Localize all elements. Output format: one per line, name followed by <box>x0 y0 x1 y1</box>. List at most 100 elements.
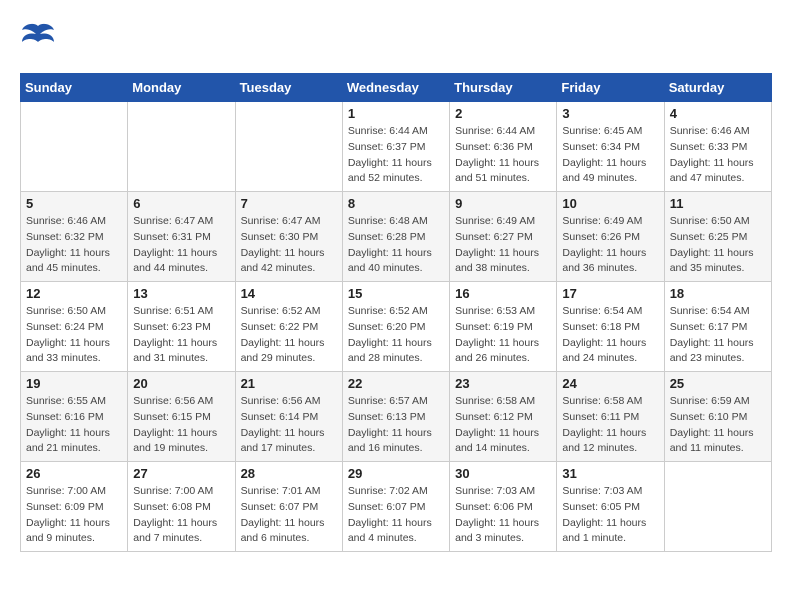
day-number: 11 <box>670 196 766 211</box>
calendar-cell: 2 Sunrise: 6:44 AMSunset: 6:36 PMDaylight… <box>450 102 557 192</box>
day-info: Sunrise: 7:01 AMSunset: 6:07 PMDaylight:… <box>241 484 337 547</box>
day-number: 31 <box>562 466 658 481</box>
day-info: Sunrise: 6:46 AMSunset: 6:33 PMDaylight:… <box>670 124 766 187</box>
day-number: 8 <box>348 196 444 211</box>
day-info: Sunrise: 6:47 AMSunset: 6:30 PMDaylight:… <box>241 214 337 277</box>
day-info: Sunrise: 7:00 AMSunset: 6:09 PMDaylight:… <box>26 484 122 547</box>
weekday-header-row: SundayMondayTuesdayWednesdayThursdayFrid… <box>21 74 772 102</box>
day-number: 3 <box>562 106 658 121</box>
day-number: 22 <box>348 376 444 391</box>
day-number: 20 <box>133 376 229 391</box>
day-info: Sunrise: 6:58 AMSunset: 6:12 PMDaylight:… <box>455 394 551 457</box>
calendar-table: SundayMondayTuesdayWednesdayThursdayFrid… <box>20 73 772 552</box>
day-number: 15 <box>348 286 444 301</box>
day-info: Sunrise: 6:55 AMSunset: 6:16 PMDaylight:… <box>26 394 122 457</box>
day-number: 18 <box>670 286 766 301</box>
calendar-cell: 31 Sunrise: 7:03 AMSunset: 6:05 PMDayligh… <box>557 462 664 552</box>
calendar-cell: 9Sunrise: 6:49 AMSunset: 6:27 PMDaylight… <box>450 192 557 282</box>
day-number: 2 <box>455 106 551 121</box>
calendar-cell: 8 Sunrise: 6:48 AMSunset: 6:28 PMDaylight… <box>342 192 449 282</box>
calendar-cell: 26 Sunrise: 7:00 AMSunset: 6:09 PMDayligh… <box>21 462 128 552</box>
calendar-cell: 21 Sunrise: 6:56 AMSunset: 6:14 PMDayligh… <box>235 372 342 462</box>
day-number: 14 <box>241 286 337 301</box>
day-number: 19 <box>26 376 122 391</box>
day-number: 29 <box>348 466 444 481</box>
day-number: 7 <box>241 196 337 211</box>
calendar-cell: 19 Sunrise: 6:55 AMSunset: 6:16 PMDayligh… <box>21 372 128 462</box>
day-number: 24 <box>562 376 658 391</box>
calendar-cell: 28 Sunrise: 7:01 AMSunset: 6:07 PMDayligh… <box>235 462 342 552</box>
day-number: 12 <box>26 286 122 301</box>
day-number: 5 <box>26 196 122 211</box>
day-info: Sunrise: 6:44 AMSunset: 6:36 PMDaylight:… <box>455 124 551 187</box>
day-number: 28 <box>241 466 337 481</box>
day-number: 16 <box>455 286 551 301</box>
day-number: 6 <box>133 196 229 211</box>
day-info: Sunrise: 7:03 AMSunset: 6:05 PMDaylight:… <box>562 484 658 547</box>
day-info: Sunrise: 7:02 AMSunset: 6:07 PMDaylight:… <box>348 484 444 547</box>
calendar-cell: 30 Sunrise: 7:03 AMSunset: 6:06 PMDayligh… <box>450 462 557 552</box>
weekday-header-thursday: Thursday <box>450 74 557 102</box>
calendar-cell <box>235 102 342 192</box>
weekday-header-monday: Monday <box>128 74 235 102</box>
calendar-cell: 15 Sunrise: 6:52 AMSunset: 6:20 PMDayligh… <box>342 282 449 372</box>
day-info: Sunrise: 6:57 AMSunset: 6:13 PMDaylight:… <box>348 394 444 457</box>
weekday-header-sunday: Sunday <box>21 74 128 102</box>
calendar-cell: 16 Sunrise: 6:53 AMSunset: 6:19 PMDayligh… <box>450 282 557 372</box>
page-header <box>20 20 772 63</box>
calendar-cell: 20 Sunrise: 6:56 AMSunset: 6:15 PMDayligh… <box>128 372 235 462</box>
calendar-cell: 11 Sunrise: 6:50 AMSunset: 6:25 PMDayligh… <box>664 192 771 282</box>
day-info: Sunrise: 6:56 AMSunset: 6:14 PMDaylight:… <box>241 394 337 457</box>
day-info: Sunrise: 6:52 AMSunset: 6:22 PMDaylight:… <box>241 304 337 367</box>
day-number: 13 <box>133 286 229 301</box>
day-number: 26 <box>26 466 122 481</box>
day-info: Sunrise: 6:52 AMSunset: 6:20 PMDaylight:… <box>348 304 444 367</box>
calendar-cell: 12 Sunrise: 6:50 AMSunset: 6:24 PMDayligh… <box>21 282 128 372</box>
calendar-week-row: 19 Sunrise: 6:55 AMSunset: 6:16 PMDayligh… <box>21 372 772 462</box>
logo-icon <box>20 20 56 63</box>
calendar-cell: 24Sunrise: 6:58 AMSunset: 6:11 PMDayligh… <box>557 372 664 462</box>
calendar-cell: 22 Sunrise: 6:57 AMSunset: 6:13 PMDayligh… <box>342 372 449 462</box>
day-info: Sunrise: 6:49 AMSunset: 6:27 PMDaylight:… <box>455 214 551 277</box>
day-info: Sunrise: 6:47 AMSunset: 6:31 PMDaylight:… <box>133 214 229 277</box>
day-info: Sunrise: 6:54 AMSunset: 6:17 PMDaylight:… <box>670 304 766 367</box>
calendar-cell: 4 Sunrise: 6:46 AMSunset: 6:33 PMDaylight… <box>664 102 771 192</box>
day-info: Sunrise: 6:50 AMSunset: 6:25 PMDaylight:… <box>670 214 766 277</box>
day-info: Sunrise: 7:00 AMSunset: 6:08 PMDaylight:… <box>133 484 229 547</box>
calendar-cell: 7 Sunrise: 6:47 AMSunset: 6:30 PMDaylight… <box>235 192 342 282</box>
calendar-cell: 5 Sunrise: 6:46 AMSunset: 6:32 PMDaylight… <box>21 192 128 282</box>
weekday-header-saturday: Saturday <box>664 74 771 102</box>
weekday-header-friday: Friday <box>557 74 664 102</box>
calendar-week-row: 12 Sunrise: 6:50 AMSunset: 6:24 PMDayligh… <box>21 282 772 372</box>
calendar-cell: 3Sunrise: 6:45 AMSunset: 6:34 PMDaylight… <box>557 102 664 192</box>
day-info: Sunrise: 6:49 AMSunset: 6:26 PMDaylight:… <box>562 214 658 277</box>
day-info: Sunrise: 6:53 AMSunset: 6:19 PMDaylight:… <box>455 304 551 367</box>
day-info: Sunrise: 6:51 AMSunset: 6:23 PMDaylight:… <box>133 304 229 367</box>
day-number: 30 <box>455 466 551 481</box>
day-info: Sunrise: 6:54 AMSunset: 6:18 PMDaylight:… <box>562 304 658 367</box>
day-info: Sunrise: 6:48 AMSunset: 6:28 PMDaylight:… <box>348 214 444 277</box>
calendar-cell: 25Sunrise: 6:59 AMSunset: 6:10 PMDayligh… <box>664 372 771 462</box>
day-number: 27 <box>133 466 229 481</box>
day-number: 4 <box>670 106 766 121</box>
weekday-header-wednesday: Wednesday <box>342 74 449 102</box>
calendar-cell: 13 Sunrise: 6:51 AMSunset: 6:23 PMDayligh… <box>128 282 235 372</box>
day-number: 10 <box>562 196 658 211</box>
day-info: Sunrise: 6:59 AMSunset: 6:10 PMDaylight:… <box>670 394 766 457</box>
calendar-cell: 1 Sunrise: 6:44 AMSunset: 6:37 PMDaylight… <box>342 102 449 192</box>
calendar-cell: 14 Sunrise: 6:52 AMSunset: 6:22 PMDayligh… <box>235 282 342 372</box>
calendar-cell: 27 Sunrise: 7:00 AMSunset: 6:08 PMDayligh… <box>128 462 235 552</box>
day-info: Sunrise: 6:50 AMSunset: 6:24 PMDaylight:… <box>26 304 122 367</box>
day-info: Sunrise: 6:56 AMSunset: 6:15 PMDaylight:… <box>133 394 229 457</box>
calendar-cell: 29 Sunrise: 7:02 AMSunset: 6:07 PMDayligh… <box>342 462 449 552</box>
day-info: Sunrise: 6:44 AMSunset: 6:37 PMDaylight:… <box>348 124 444 187</box>
calendar-cell <box>664 462 771 552</box>
calendar-cell <box>128 102 235 192</box>
calendar-cell <box>21 102 128 192</box>
calendar-week-row: 5 Sunrise: 6:46 AMSunset: 6:32 PMDaylight… <box>21 192 772 282</box>
day-number: 1 <box>348 106 444 121</box>
calendar-week-row: 26 Sunrise: 7:00 AMSunset: 6:09 PMDayligh… <box>21 462 772 552</box>
day-info: Sunrise: 7:03 AMSunset: 6:06 PMDaylight:… <box>455 484 551 547</box>
day-number: 21 <box>241 376 337 391</box>
day-info: Sunrise: 6:46 AMSunset: 6:32 PMDaylight:… <box>26 214 122 277</box>
